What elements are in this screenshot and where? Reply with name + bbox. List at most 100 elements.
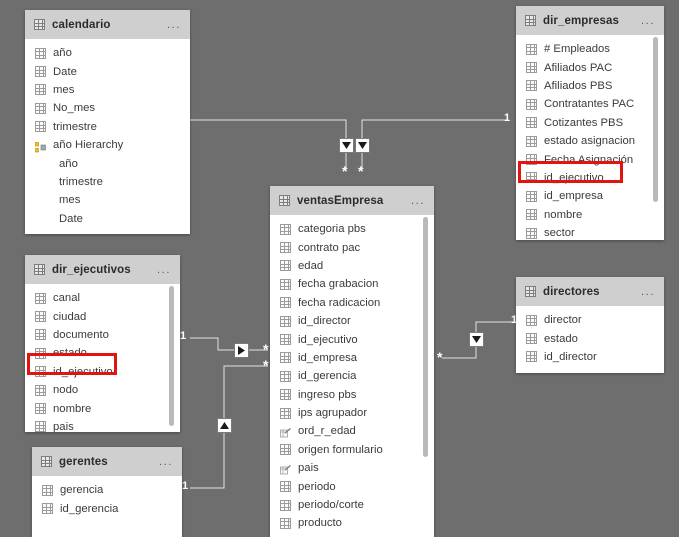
table-icon xyxy=(34,19,45,30)
table-menu-icon[interactable]: ... xyxy=(157,264,171,275)
field-row[interactable]: año Hierarchy xyxy=(25,136,190,154)
table-icon xyxy=(41,456,52,467)
table-icon xyxy=(525,15,536,26)
cardinality-one-gerentes: 1 xyxy=(182,480,189,492)
field-row[interactable]: Contratantes PAC xyxy=(516,95,664,113)
field-row[interactable]: director xyxy=(516,311,664,329)
field-row[interactable]: origen formulario xyxy=(270,441,434,459)
field-row[interactable]: id_ejecutivo xyxy=(270,330,434,348)
field-row-highlighted[interactable]: id_ejecutivo xyxy=(25,363,180,381)
cross-filter-arrow-dir-ejecutivos[interactable] xyxy=(234,343,249,358)
field-row[interactable]: estado asignacion xyxy=(516,132,664,150)
table-card-directores[interactable]: directores ... director estado id_direct… xyxy=(516,277,664,373)
field-row[interactable]: documento xyxy=(25,326,180,344)
vertical-scrollbar[interactable] xyxy=(653,37,658,202)
field-row[interactable]: trimestre xyxy=(25,118,190,136)
field-row[interactable]: Date xyxy=(25,210,190,228)
field-row[interactable]: nombre xyxy=(25,399,180,417)
field-row[interactable]: estado xyxy=(25,344,180,362)
field-row[interactable]: periodo/corte xyxy=(270,496,434,514)
model-diagram-canvas[interactable]: 1 1 1 1 1 * * * * * calendario ... año D… xyxy=(0,0,679,537)
field-row[interactable]: contrato pac xyxy=(270,238,434,256)
field-row[interactable]: año xyxy=(25,44,190,62)
field-row[interactable]: gerencia xyxy=(32,481,182,499)
cross-filter-arrow-gerentes[interactable] xyxy=(217,418,232,433)
cardinality-one-dir-empresas: 1 xyxy=(504,112,511,124)
field-row[interactable]: ips agrupador xyxy=(270,404,434,422)
table-card-gerentes[interactable]: gerentes ... gerencia id_gerencia xyxy=(32,447,182,537)
table-header-gerentes[interactable]: gerentes ... xyxy=(32,447,182,476)
table-header-dir-ejecutivos[interactable]: dir_ejecutivos ... xyxy=(25,255,180,284)
column-icon xyxy=(526,209,537,221)
column-icon xyxy=(526,43,537,55)
table-card-calendario[interactable]: calendario ... año Date mes No_mes trime… xyxy=(25,10,190,234)
table-card-dir-empresas[interactable]: dir_empresas ... # Empleados Afiliados P… xyxy=(516,6,664,240)
cross-filter-arrow-dir-empresas[interactable] xyxy=(355,138,370,153)
field-label: mes xyxy=(53,83,75,96)
field-row[interactable]: fecha grabacion xyxy=(270,275,434,293)
field-label: canal xyxy=(53,292,81,305)
cardinality-many-calendario: * xyxy=(342,163,348,179)
table-header-ventasempresa[interactable]: ventasEmpresa ... xyxy=(270,186,434,215)
field-row-highlighted[interactable]: id_ejecutivo xyxy=(516,169,664,187)
field-row[interactable]: No_mes xyxy=(25,99,190,117)
field-row[interactable]: # Empleados xyxy=(516,40,664,58)
field-row[interactable]: ciudad xyxy=(25,307,180,325)
field-row[interactable]: producto xyxy=(270,514,434,532)
field-row[interactable]: fecha radicacion xyxy=(270,294,434,312)
field-row[interactable]: periodo xyxy=(270,477,434,495)
field-row[interactable]: mes xyxy=(25,191,190,209)
field-row[interactable]: Fecha Asignación xyxy=(516,150,664,168)
field-label: id_empresa xyxy=(544,190,604,203)
column-icon xyxy=(280,260,291,272)
field-row[interactable]: id_empresa xyxy=(270,349,434,367)
table-header-calendario[interactable]: calendario ... xyxy=(25,10,190,39)
vertical-scrollbar[interactable] xyxy=(169,286,174,426)
field-row[interactable]: nombre xyxy=(516,206,664,224)
table-header-directores[interactable]: directores ... xyxy=(516,277,664,306)
table-menu-icon[interactable]: ... xyxy=(167,19,181,30)
table-card-ventasempresa[interactable]: ventasEmpresa ... categoria pbs contrato… xyxy=(270,186,434,537)
column-icon xyxy=(280,481,291,493)
column-icon xyxy=(280,407,291,419)
field-row[interactable]: id_director xyxy=(270,312,434,330)
field-row[interactable]: Cotizantes PBS xyxy=(516,114,664,132)
cardinality-many-gerentes: * xyxy=(263,357,269,373)
table-card-dir-ejecutivos[interactable]: dir_ejecutivos ... canal ciudad document… xyxy=(25,255,180,432)
field-label: Fecha Asignación xyxy=(544,153,634,166)
cross-filter-arrow-calendario[interactable] xyxy=(339,138,354,153)
field-row[interactable]: trimestre xyxy=(25,173,190,191)
table-menu-icon[interactable]: ... xyxy=(641,15,655,26)
field-row[interactable]: id_empresa xyxy=(516,187,664,205)
field-label: contrato pac xyxy=(298,241,361,254)
field-row[interactable]: Afiliados PBS xyxy=(516,77,664,95)
column-icon xyxy=(280,315,291,327)
field-row[interactable]: sector xyxy=(516,224,664,240)
table-menu-icon[interactable]: ... xyxy=(411,195,425,206)
field-row[interactable]: id_gerencia xyxy=(270,367,434,385)
field-row[interactable]: ingreso pbs xyxy=(270,386,434,404)
field-row[interactable]: pais xyxy=(25,418,180,432)
field-row[interactable]: categoria pbs xyxy=(270,220,434,238)
table-menu-icon[interactable]: ... xyxy=(641,286,655,297)
field-row[interactable]: año xyxy=(25,154,190,172)
field-row[interactable]: pais xyxy=(270,459,434,477)
table-title: dir_empresas xyxy=(543,14,619,27)
cross-filter-arrow-directores[interactable] xyxy=(469,332,484,347)
field-row[interactable]: edad xyxy=(270,257,434,275)
field-row[interactable]: id_gerencia xyxy=(32,499,182,517)
field-row[interactable]: Date xyxy=(25,62,190,80)
field-row[interactable]: mes xyxy=(25,81,190,99)
field-row[interactable]: id_director xyxy=(516,348,664,366)
field-list-dir-ejecutivos: canal ciudad documento estado id_ejecuti… xyxy=(25,284,180,432)
vertical-scrollbar[interactable] xyxy=(423,217,428,457)
table-title: ventasEmpresa xyxy=(297,194,384,207)
field-row[interactable]: canal xyxy=(25,289,180,307)
field-row[interactable]: ord_r_edad xyxy=(270,422,434,440)
field-row[interactable]: nodo xyxy=(25,381,180,399)
field-row[interactable]: estado xyxy=(516,329,664,347)
table-menu-icon[interactable]: ... xyxy=(159,456,173,467)
table-header-dir-empresas[interactable]: dir_empresas ... xyxy=(516,6,664,35)
field-label: gerencia xyxy=(60,484,104,497)
field-row[interactable]: Afiliados PAC xyxy=(516,58,664,76)
